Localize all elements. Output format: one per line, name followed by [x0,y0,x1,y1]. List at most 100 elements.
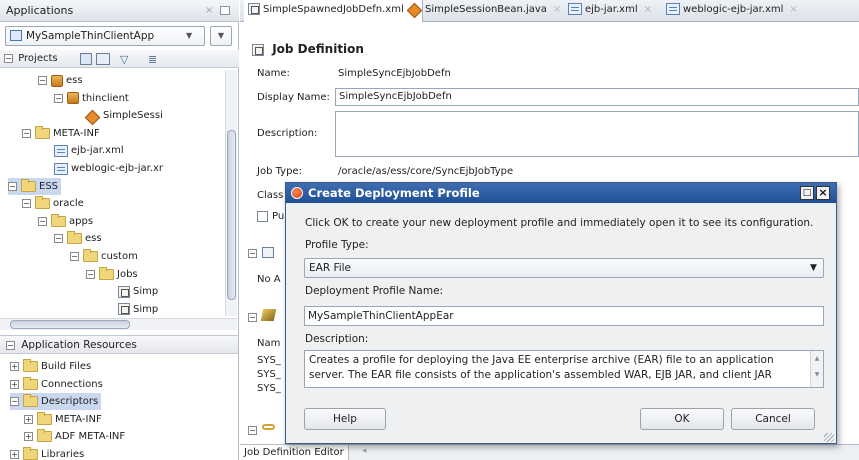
tab-label: ejb-jar.xml [585,4,638,15]
profile-name-input[interactable]: MySampleThinClientAppEar [304,306,824,326]
tree-item-label: Jobs [117,268,138,280]
description-scrollbar[interactable]: ▲ ▼ [810,351,823,387]
ok-button[interactable]: OK [640,408,724,430]
name-value: SimpleSyncEjbJobDefn [338,68,451,79]
collapse-toggle[interactable]: − [4,53,13,63]
dialog-title: Create Deployment Profile [308,186,480,200]
app-resources-header[interactable]: − Application Resources [0,335,238,354]
resource-item[interactable]: + Libraries [10,446,84,460]
display-name-input[interactable]: SimpleSyncEjbJobDefn [335,88,859,106]
resource-item[interactable]: + META-INF [24,411,102,428]
expand-toggle[interactable]: − [38,76,47,85]
parameters-toggle[interactable]: − [248,248,257,259]
pu-checkbox[interactable] [257,211,268,222]
close-tab-icon[interactable]: × [789,4,797,15]
minimize-icon[interactable] [220,6,230,15]
tree-item[interactable]: − apps [38,213,93,230]
filter-icon[interactable]: ▽ [120,51,128,69]
tree-item[interactable]: weblogic-ejb-jar.xr [38,160,163,177]
expand-toggle[interactable]: + [10,362,19,371]
tree-item[interactable]: ejb-jar.xml [38,142,124,159]
profile-type-select[interactable]: EAR File ▼ [304,258,824,278]
expand-toggle[interactable]: + [24,432,33,441]
expand-toggle[interactable]: − [10,397,19,406]
bean-icon [86,110,100,122]
job-type-label: Job Type: [257,166,302,177]
tree-item-label: ess [85,233,102,245]
folder-icon [37,429,52,442]
tree-horizontal-scrollbar[interactable] [0,318,237,330]
scroll-thumb[interactable] [227,130,236,300]
editor-tab[interactable]: SimpleSpawnedJobDefn.xml × [244,0,424,22]
expand-toggle[interactable]: − [22,199,31,209]
nam-column-label: Nam [257,338,281,349]
expand-toggle[interactable]: − [38,216,47,226]
tree-item[interactable]: − Jobs [86,266,138,283]
expand-toggle[interactable]: − [54,93,63,103]
refresh-icon[interactable] [80,53,92,65]
description-textarea[interactable] [335,111,859,157]
tree-item[interactable]: − ess [38,72,83,89]
tree-item[interactable]: Simp [102,283,158,300]
cancel-button[interactable]: Cancel [731,408,815,430]
expand-toggle[interactable]: + [10,379,19,389]
expand-toggle[interactable]: − [86,269,95,279]
app-selector[interactable]: MySampleThinClientApp ▼ [5,26,205,46]
expand-toggle[interactable]: + [24,414,33,424]
collapse-toggle[interactable]: − [6,340,15,350]
tree-item[interactable]: − ess [54,230,102,247]
system-property-row[interactable]: SYS_ [257,383,281,394]
tree-item[interactable]: − ESS [8,177,62,195]
system-property-row[interactable]: SYS_ [257,355,281,366]
tab-job-definition-editor[interactable]: Job Definition Editor [240,445,349,460]
tree-item[interactable]: − thinclient [54,90,129,107]
expand-toggle[interactable]: − [54,234,63,244]
tree-item-label: ejb-jar.xml [71,145,124,157]
description-box: Creates a profile for deploying the Java… [304,350,824,388]
resource-item[interactable]: − Descriptors [10,393,102,410]
editor-tab[interactable]: weblogic-ejb-jar.xml × [662,0,802,22]
expand-toggle[interactable]: − [8,181,17,191]
bean-icon [408,3,422,15]
tree-item[interactable]: − oracle [22,195,84,212]
system-property-row[interactable]: SYS_ [257,369,281,380]
tree-vertical-scrollbar[interactable] [225,70,237,316]
resize-grip-icon[interactable] [824,433,834,442]
tree-item[interactable]: − META-INF [22,125,100,142]
expand-toggle[interactable]: + [10,449,19,459]
editor-tab[interactable]: ejb-jar.xml × [564,0,656,22]
app-menu-button[interactable]: ▼ [210,26,232,46]
oracle-logo-icon [291,187,303,199]
bottom-tab-bar: Job Definition Editor ◂ [240,444,859,460]
access-control-toggle[interactable]: − [248,425,257,436]
maximize-icon[interactable]: □ [800,186,814,200]
dialog-titlebar[interactable]: Create Deployment Profile □ × [286,183,836,203]
tab-label: SimpleSpawnedJobDefn.xml [263,4,404,15]
resource-item[interactable]: + ADF META-INF [24,428,125,445]
folder-icon [83,249,98,262]
scroll-left-icon[interactable]: ◂ [362,446,367,456]
package-icon [51,74,63,87]
close-icon[interactable]: × [816,186,830,200]
sort-icon[interactable]: ≣ [148,51,157,69]
h-scroll-thumb[interactable] [10,320,130,329]
create-deployment-profile-dialog: Create Deployment Profile □ × Click OK t… [285,182,837,444]
close-tab-icon[interactable]: × [553,4,561,15]
resource-item[interactable]: + Connections [10,376,103,393]
resource-item[interactable]: + Build Files [10,358,91,375]
close-tab-icon[interactable]: × [644,4,652,15]
help-button[interactable]: Help [304,408,386,430]
working-sets-icon[interactable] [96,53,110,65]
editor-tab[interactable]: SimpleSessionBean.java × [404,0,565,22]
tree-item[interactable]: Simp [102,301,158,316]
expand-toggle[interactable]: − [22,128,31,138]
expand-toggle[interactable]: − [70,252,79,261]
xml-file-icon [568,3,582,15]
chevron-down-icon: ▼ [810,263,817,273]
tree-item[interactable]: SimpleSessi [70,107,163,124]
close-icon[interactable]: × [205,0,213,22]
folder-icon [37,411,52,425]
tree-item[interactable]: − custom [70,248,138,265]
app-resources-label: Application Resources [21,339,137,351]
system-properties-toggle[interactable]: − [248,312,257,323]
